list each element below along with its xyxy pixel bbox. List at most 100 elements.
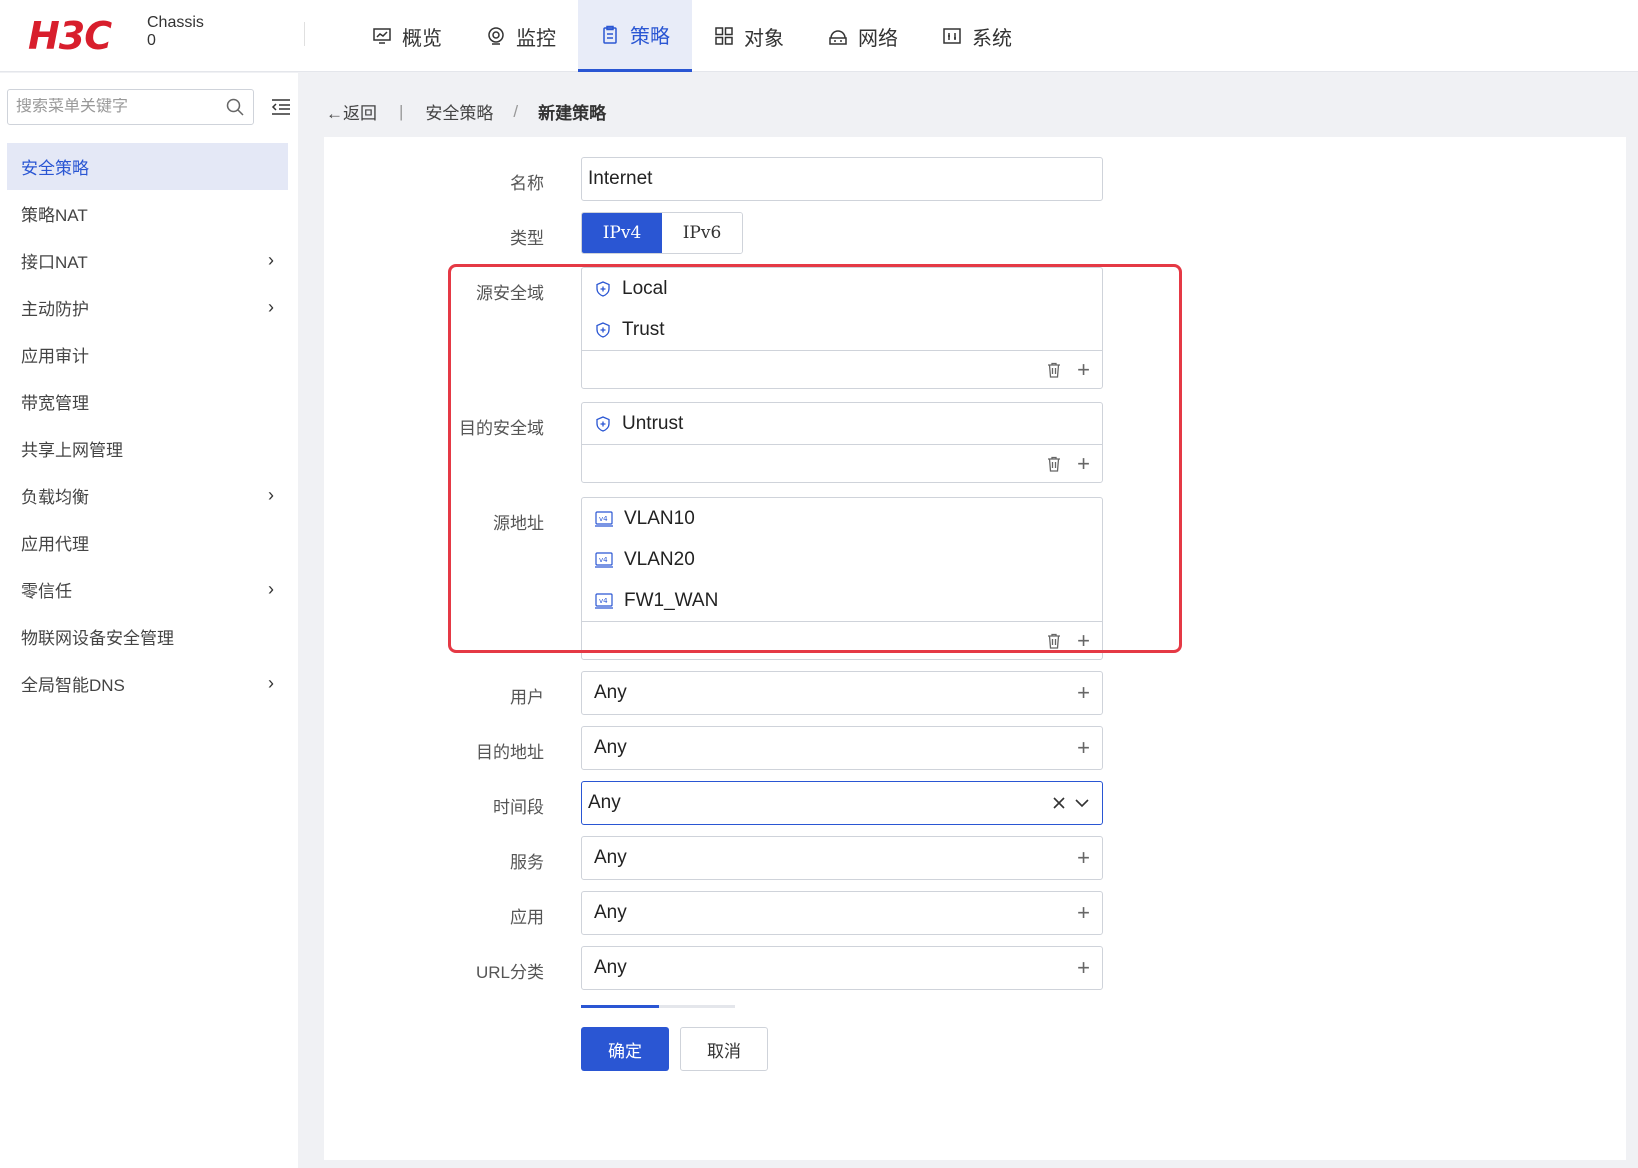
chevron-down-icon[interactable] [1074,796,1090,810]
nav-monitor[interactable]: 监控 [464,0,578,72]
list-item[interactable]: Untrust [582,403,1102,444]
nav-object[interactable]: 对象 [692,0,806,72]
add-icon[interactable]: + [1077,357,1090,383]
sidebar-item-label: 策略NAT [21,206,88,225]
back-link[interactable]: ←返回 [326,99,377,124]
sidebar-item-active-defense[interactable]: 主动防护 › [7,284,288,331]
sidebar-item-shared-access[interactable]: 共享上网管理 [7,425,288,472]
sidebar-item-interface-nat[interactable]: 接口NAT › [7,237,288,284]
dst-zone-name: Untrust [622,412,684,434]
list-item[interactable]: Local [582,268,1102,309]
nav-network[interactable]: 网络 [806,0,920,72]
sidebar-item-global-dns[interactable]: 全局智能DNS › [7,660,288,707]
breadcrumb-divider: | [399,101,404,121]
sidebar-item-zero-trust[interactable]: 零信任 › [7,566,288,613]
add-icon[interactable]: + [1077,680,1090,706]
svg-text:v4: v4 [599,597,608,605]
sidebar-item-load-balance[interactable]: 负载均衡 › [7,472,288,519]
trash-icon[interactable] [1045,361,1063,379]
clear-icon[interactable] [1052,796,1066,810]
collapse-menu-icon[interactable] [270,97,292,117]
add-icon[interactable]: + [1077,735,1090,761]
src-zone-name: Local [622,277,668,299]
time-value: Any [588,792,621,813]
src-zone-field: Local Trust + [581,267,1103,389]
add-icon[interactable]: + [1077,900,1090,926]
type-ipv6-option[interactable]: IPv6 [662,213,742,253]
dst-addr-field[interactable]: Any + [581,726,1103,770]
sidebar-item-app-proxy[interactable]: 应用代理 [7,519,288,566]
type-label: 类型 [510,229,544,248]
list-item[interactable]: v4 VLAN10 [582,498,1102,539]
add-icon[interactable]: + [1077,628,1090,654]
nav-system[interactable]: 系统 [920,0,1034,72]
chassis-line1: Chassis [147,14,204,31]
type-ipv4-option[interactable]: IPv4 [582,213,662,253]
src-zone-actions: + [582,350,1102,388]
nav-overview[interactable]: 概览 [350,0,464,72]
user-label: 用户 [510,688,544,707]
breadcrumb: ←返回 | 安全策略 / 新建策略 [326,99,606,124]
partial-toggle-edge [581,1005,735,1008]
system-icon [943,28,961,44]
time-select[interactable]: Any [581,781,1103,825]
clipboard-icon [603,25,617,44]
add-icon[interactable]: + [1077,955,1090,981]
sidebar-item-iot-security[interactable]: 物联网设备安全管理 [7,613,288,660]
sidebar-item-label: 应用审计 [21,347,89,366]
app-field[interactable]: Any + [581,891,1103,935]
chassis-line2: 0 [147,32,156,49]
confirm-button[interactable]: 确定 [581,1027,669,1071]
sidebar: 安全策略 策略NAT 接口NAT › 主动防护 › 应用审计 带宽管理 共享上网管理… [0,73,298,1168]
dst-zone-label: 目的安全域 [459,419,544,438]
add-icon[interactable]: + [1077,451,1090,477]
main-content: ←返回 | 安全策略 / 新建策略 名称 Internet 类型 IPv4 IP… [298,73,1638,1160]
breadcrumb-security-policy[interactable]: 安全策略 [425,99,493,124]
sidebar-item-label: 负载均衡 [21,488,89,507]
menu-search-input[interactable] [16,98,225,116]
add-icon[interactable]: + [1077,845,1090,871]
src-addr-name: FW1_WAN [624,589,719,611]
sidebar-item-label: 带宽管理 [21,394,89,413]
sidebar-item-app-audit[interactable]: 应用审计 [7,331,288,378]
list-item[interactable]: v4 FW1_WAN [582,580,1102,621]
dst-zone-actions: + [582,444,1102,482]
nav-object-label: 对象 [744,27,784,50]
dst-addr-label: 目的地址 [476,743,544,762]
policy-form-panel: 名称 Internet 类型 IPv4 IPv6 源安全域 Local Trus… [324,137,1626,1160]
sidebar-item-security-policy[interactable]: 安全策略 [7,143,288,190]
menu-search[interactable] [7,89,254,125]
service-field[interactable]: Any + [581,836,1103,880]
dst-zone-field: Untrust + [581,402,1103,483]
svg-text:v4: v4 [599,556,608,564]
search-icon[interactable] [225,97,245,117]
target-icon [488,27,504,45]
sidebar-item-label: 应用代理 [21,535,89,554]
name-label: 名称 [510,174,544,193]
main-nav: 概览 监控 策略 对象 网络 系统 [350,0,1034,72]
sidebar-item-label: 主动防护 [21,300,89,319]
chevron-right-icon: › [268,485,274,505]
nav-policy-label: 策略 [630,26,670,48]
src-addr-label: 源地址 [493,514,544,533]
trash-icon[interactable] [1045,455,1063,473]
trash-icon[interactable] [1045,632,1063,650]
list-item[interactable]: Trust [582,309,1102,350]
url-field[interactable]: Any + [581,946,1103,990]
nav-network-label: 网络 [858,27,898,50]
nav-overview-label: 概览 [402,27,442,50]
list-item[interactable]: v4 VLAN20 [582,539,1102,580]
ipv4-address-icon: v4 [595,510,613,527]
src-addr-name: VLAN10 [624,507,695,529]
sidebar-item-policy-nat[interactable]: 策略NAT [7,190,288,237]
nav-monitor-label: 监控 [516,27,556,50]
name-value[interactable]: Internet [582,158,1102,200]
cancel-button[interactable]: 取消 [680,1027,768,1071]
shield-icon [596,415,610,432]
sidebar-item-label: 安全策略 [21,159,89,178]
nav-policy[interactable]: 策略 [578,0,692,72]
nav-system-label: 系统 [972,27,1012,50]
name-field[interactable]: Internet [581,157,1103,201]
user-field[interactable]: Any + [581,671,1103,715]
sidebar-item-bandwidth[interactable]: 带宽管理 [7,378,288,425]
